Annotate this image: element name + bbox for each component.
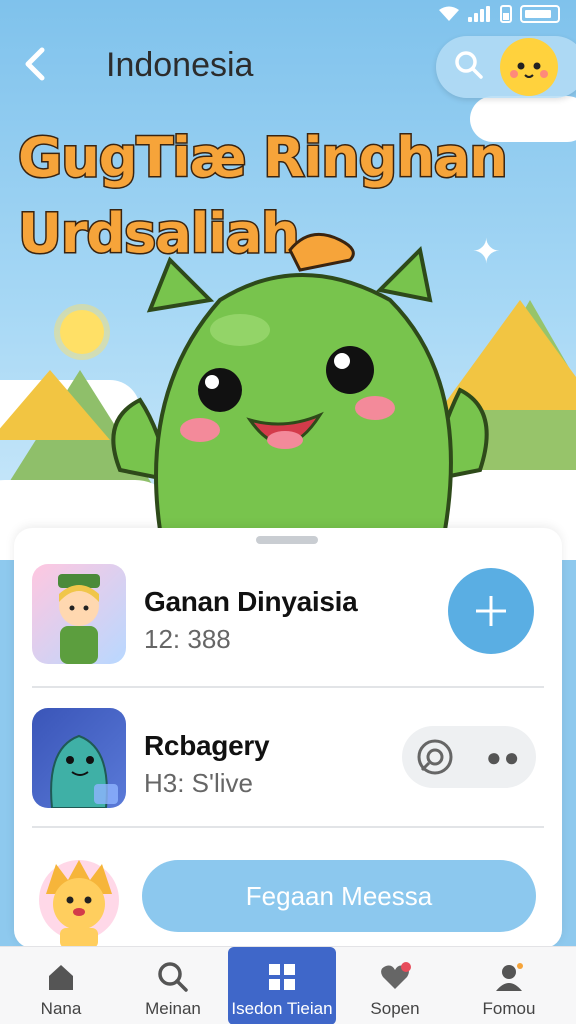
primary-cta-button[interactable]: Fegaan Meessa bbox=[142, 860, 536, 932]
item-action-pill[interactable]: ●● bbox=[402, 726, 536, 788]
sim-icon bbox=[500, 5, 512, 23]
item-subtitle: H3: S'live bbox=[144, 768, 254, 798]
page-title: Indonesia bbox=[106, 46, 254, 84]
battery-icon bbox=[520, 5, 560, 23]
item-title: Rcbagery bbox=[144, 730, 270, 761]
nav-label: Fomou bbox=[482, 999, 536, 1018]
wifi-icon bbox=[439, 6, 459, 21]
add-button[interactable] bbox=[448, 568, 534, 654]
search-icon bbox=[158, 962, 188, 992]
search-icon bbox=[455, 51, 483, 79]
item-subtitle: 12: 388 bbox=[144, 624, 231, 654]
cat-face-icon bbox=[507, 42, 551, 91]
content-sheet: Ganan Dinyaisia 12: 388 Rcbagery H3: S'l… bbox=[14, 528, 562, 948]
chevron-left-icon bbox=[25, 47, 45, 81]
target-icon bbox=[417, 739, 453, 775]
nav-item-favorites[interactable]: Sopen bbox=[340, 947, 450, 1024]
back-button[interactable] bbox=[20, 44, 60, 84]
status-bar bbox=[438, 0, 576, 28]
bottom-nav: Nana Meinan Isedon Tieian Sopen Fomou bbox=[0, 946, 576, 1024]
character-thumbnail-icon bbox=[58, 574, 100, 664]
signal-icon bbox=[468, 6, 492, 22]
mountain bbox=[0, 370, 110, 440]
grid-icon bbox=[269, 964, 295, 990]
plus-icon bbox=[476, 596, 506, 626]
dino-thumbnail-icon bbox=[50, 734, 118, 808]
home-icon bbox=[49, 965, 73, 990]
nav-item-profile[interactable]: Fomou bbox=[454, 947, 564, 1024]
item-thumbnail bbox=[32, 708, 126, 808]
heart-icon bbox=[381, 962, 411, 989]
nav-item-grid[interactable]: Isedon Tieian bbox=[228, 947, 336, 1024]
sun-icon bbox=[60, 310, 104, 354]
avatar[interactable] bbox=[500, 38, 558, 96]
item-thumbnail bbox=[32, 564, 126, 664]
nav-item-home[interactable]: Nana bbox=[6, 947, 116, 1024]
nav-item-search[interactable]: Meinan bbox=[118, 947, 228, 1024]
list-item bbox=[32, 850, 126, 948]
item-title: Ganan Dinyaisia bbox=[144, 586, 358, 617]
more-icon[interactable]: ●● bbox=[486, 742, 521, 773]
lion-thumbnail-icon bbox=[39, 860, 119, 948]
nav-label: Isedon Tieian bbox=[231, 999, 333, 1018]
mascot-illustration bbox=[111, 232, 489, 532]
headline-line: GugTiæ Ringhan bbox=[17, 125, 510, 191]
profile-icon bbox=[496, 963, 523, 991]
nav-label: Nana bbox=[40, 999, 82, 1018]
divider bbox=[32, 826, 544, 828]
list-item[interactable]: Ganan Dinyaisia 12: 388 bbox=[14, 528, 562, 664]
nav-label: Sopen bbox=[370, 999, 420, 1018]
nav-label: Meinan bbox=[145, 999, 201, 1018]
